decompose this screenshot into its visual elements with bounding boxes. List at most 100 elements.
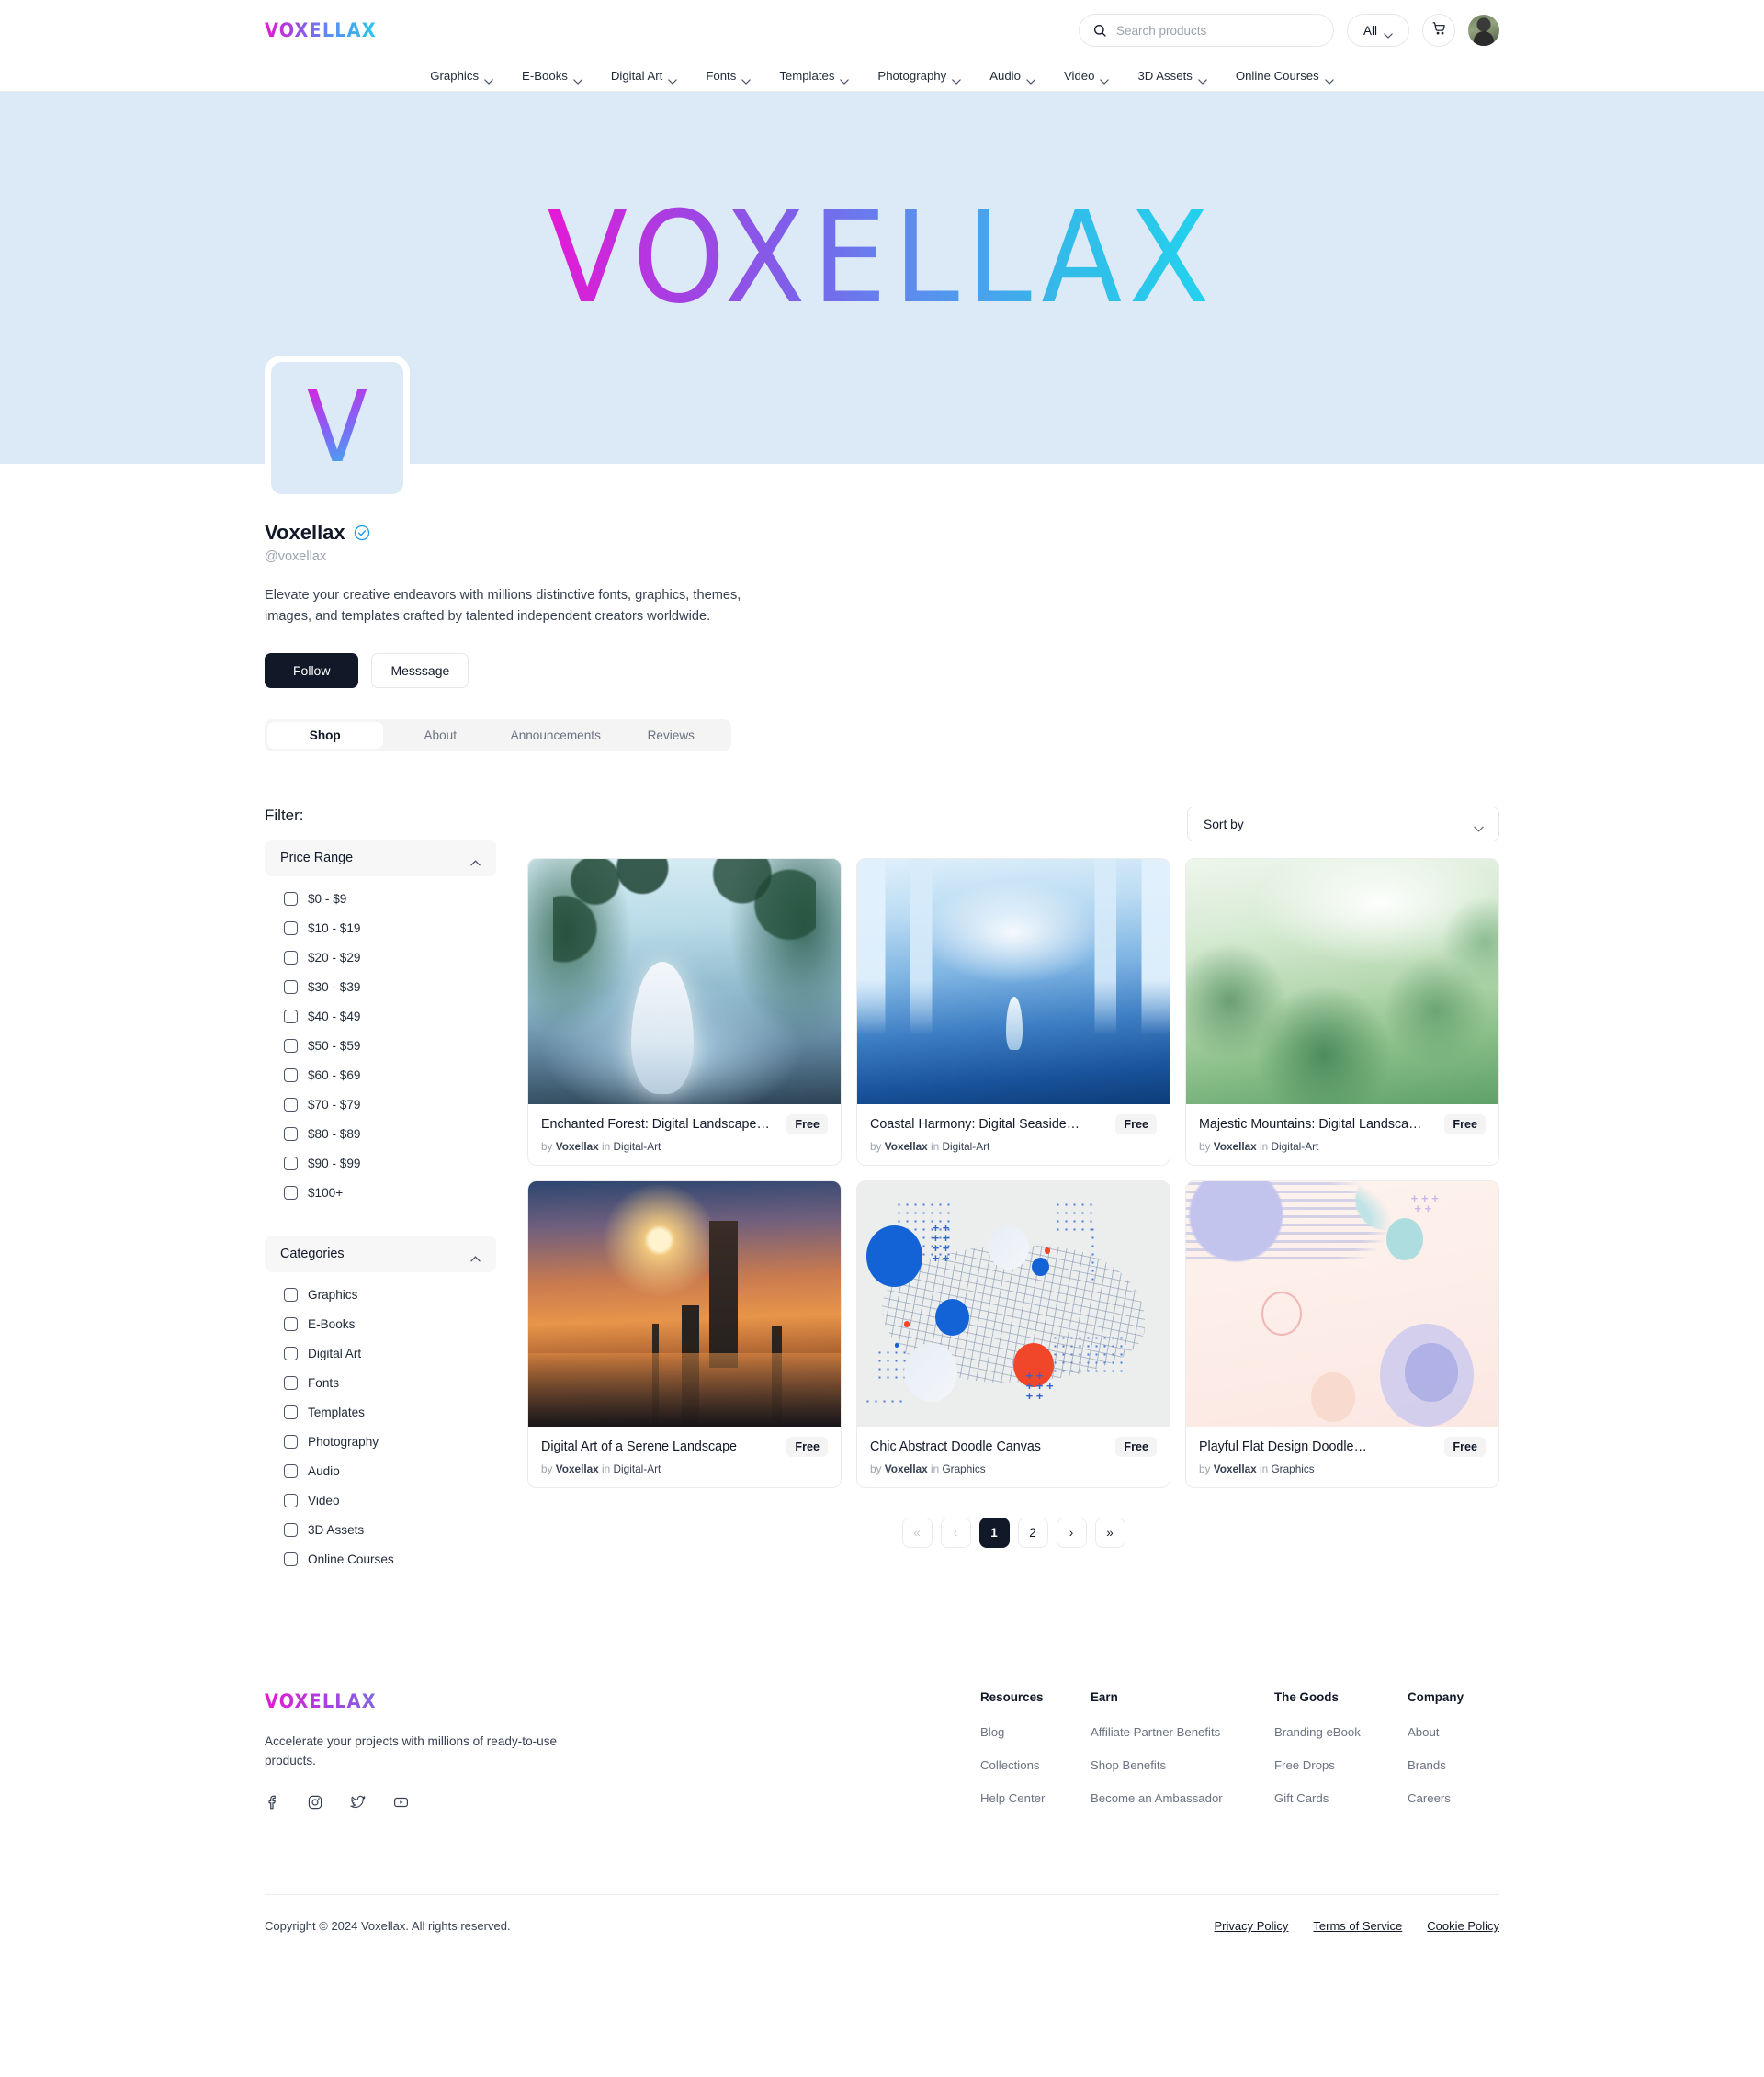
product-thumbnail[interactable] [528,859,841,1105]
byline-seller[interactable]: Voxellax [1214,1462,1257,1475]
product-thumbnail[interactable]: + + + + + [1186,1181,1498,1428]
footer-link-branding-ebook[interactable]: Branding eBook [1274,1725,1408,1739]
product-card[interactable]: Majestic Mountains: Digital Landsca… Fre… [1185,858,1499,1167]
footer-logo[interactable]: VOXELLAX [265,1690,544,1712]
footer-link-shop-benefits[interactable]: Shop Benefits [1091,1758,1274,1772]
byline-seller[interactable]: Voxellax [1214,1140,1257,1153]
byline-seller[interactable]: Voxellax [885,1462,928,1475]
checkbox[interactable] [284,1288,298,1303]
filter-option-category-1[interactable]: E-Books [284,1317,496,1332]
filter-option-price-9[interactable]: $90 - $99 [284,1157,496,1171]
filter-group-categories-header[interactable]: Categories [265,1236,496,1273]
byline-seller[interactable]: Voxellax [885,1140,928,1153]
sort-by-select[interactable]: Sort by [1187,807,1499,842]
footer-link-gift-cards[interactable]: Gift Cards [1274,1791,1408,1805]
cart-button[interactable] [1422,14,1455,47]
product-thumbnail[interactable]: + + + + + + + + + + + + + + + [857,1181,1170,1428]
pagination-prev[interactable]: ‹ [940,1518,971,1549]
checkbox[interactable] [284,1157,298,1171]
filter-option-category-0[interactable]: Graphics [284,1288,496,1303]
tab-reviews[interactable]: Reviews [614,722,729,749]
filter-option-price-7[interactable]: $70 - $79 [284,1098,496,1112]
filter-option-price-0[interactable]: $0 - $9 [284,892,496,907]
checkbox[interactable] [284,921,298,936]
filter-option-category-4[interactable]: Templates [284,1405,496,1420]
search-input[interactable] [1107,23,1333,38]
checkbox[interactable] [284,1552,298,1567]
terms-of-service-link[interactable]: Terms of Service [1313,1919,1402,1933]
checkbox[interactable] [284,1317,298,1332]
filter-option-category-7[interactable]: Video [284,1494,496,1508]
checkbox[interactable] [284,1010,298,1024]
filter-option-price-5[interactable]: $50 - $59 [284,1039,496,1054]
filter-option-price-1[interactable]: $10 - $19 [284,921,496,936]
product-card[interactable]: + + + + + Playful Flat Design Doodle… Fr… [1185,1180,1499,1489]
footer-link-collections[interactable]: Collections [980,1758,1091,1772]
pagination-page-1[interactable]: 1 [978,1518,1010,1549]
checkbox[interactable] [284,1405,298,1420]
nav-item-graphics[interactable]: Graphics [430,69,493,85]
nav-item-digital-art[interactable]: Digital Art [611,69,678,85]
filter-group-price-range-header[interactable]: Price Range [265,840,496,877]
site-logo[interactable]: VOXELLAX [265,19,377,41]
checkbox[interactable] [284,1523,298,1538]
youtube-icon[interactable] [392,1794,410,1815]
tab-shop[interactable]: Shop [267,722,383,750]
checkbox[interactable] [284,1494,298,1508]
footer-link-free-drops[interactable]: Free Drops [1274,1758,1408,1772]
checkbox[interactable] [284,951,298,965]
footer-link-help-center[interactable]: Help Center [980,1791,1091,1805]
byline-category[interactable]: Digital-Art [1272,1140,1319,1153]
product-card[interactable]: Coastal Harmony: Digital Seaside… Free b… [856,858,1170,1167]
footer-link-blog[interactable]: Blog [980,1725,1091,1739]
checkbox[interactable] [284,1347,298,1361]
product-card[interactable]: Digital Art of a Serene Landscape Free b… [527,1180,842,1489]
byline-seller[interactable]: Voxellax [556,1462,599,1475]
filter-option-category-9[interactable]: Online Courses [284,1552,496,1567]
twitter-icon[interactable] [349,1794,367,1815]
filter-option-category-6[interactable]: Audio [284,1464,496,1479]
footer-link-become-an-ambassador[interactable]: Become an Ambassador [1091,1791,1274,1805]
checkbox[interactable] [284,1376,298,1391]
nav-item-3d-assets[interactable]: 3D Assets [1137,69,1207,85]
filter-option-price-10[interactable]: $100+ [284,1186,496,1201]
footer-link-brands[interactable]: Brands [1408,1758,1499,1772]
byline-category[interactable]: Digital-Art [943,1140,990,1153]
byline-category[interactable]: Graphics [1272,1462,1315,1475]
byline-category[interactable]: Graphics [943,1462,986,1475]
checkbox[interactable] [284,980,298,995]
filter-option-price-6[interactable]: $60 - $69 [284,1068,496,1083]
checkbox[interactable] [284,892,298,907]
checkbox[interactable] [284,1039,298,1054]
message-button[interactable]: Messsage [371,653,469,689]
checkbox[interactable] [284,1435,298,1450]
nav-item-audio[interactable]: Audio [989,69,1035,85]
product-card[interactable]: Enchanted Forest: Digital Landscape… Fre… [527,858,842,1167]
byline-seller[interactable]: Voxellax [556,1140,599,1153]
nav-item-templates[interactable]: Templates [779,69,850,85]
byline-category[interactable]: Digital-Art [614,1140,662,1153]
checkbox[interactable] [284,1127,298,1142]
filter-option-category-2[interactable]: Digital Art [284,1347,496,1361]
footer-link-careers[interactable]: Careers [1408,1791,1499,1805]
checkbox[interactable] [284,1068,298,1083]
search-bar[interactable] [1079,14,1334,47]
facebook-icon[interactable] [265,1794,281,1815]
filter-option-category-8[interactable]: 3D Assets [284,1523,496,1538]
footer-link-affiliate-partner-benefits[interactable]: Affiliate Partner Benefits [1091,1725,1274,1739]
pagination-next[interactable]: › [1056,1518,1087,1549]
checkbox[interactable] [284,1098,298,1112]
footer-link-about[interactable]: About [1408,1725,1499,1739]
search-scope-select[interactable]: All [1347,14,1409,47]
nav-item-fonts[interactable]: Fonts [706,69,752,85]
nav-item-video[interactable]: Video [1064,69,1110,85]
pagination-last[interactable]: » [1094,1518,1125,1549]
filter-option-category-3[interactable]: Fonts [284,1376,496,1391]
pagination-first[interactable]: « [901,1518,933,1549]
nav-item-photography[interactable]: Photography [877,69,961,85]
filter-option-price-8[interactable]: $80 - $89 [284,1127,496,1142]
product-thumbnail[interactable] [1186,859,1498,1105]
tab-about[interactable]: About [383,722,499,749]
pagination-page-2[interactable]: 2 [1017,1518,1048,1549]
instagram-icon[interactable] [307,1794,323,1815]
